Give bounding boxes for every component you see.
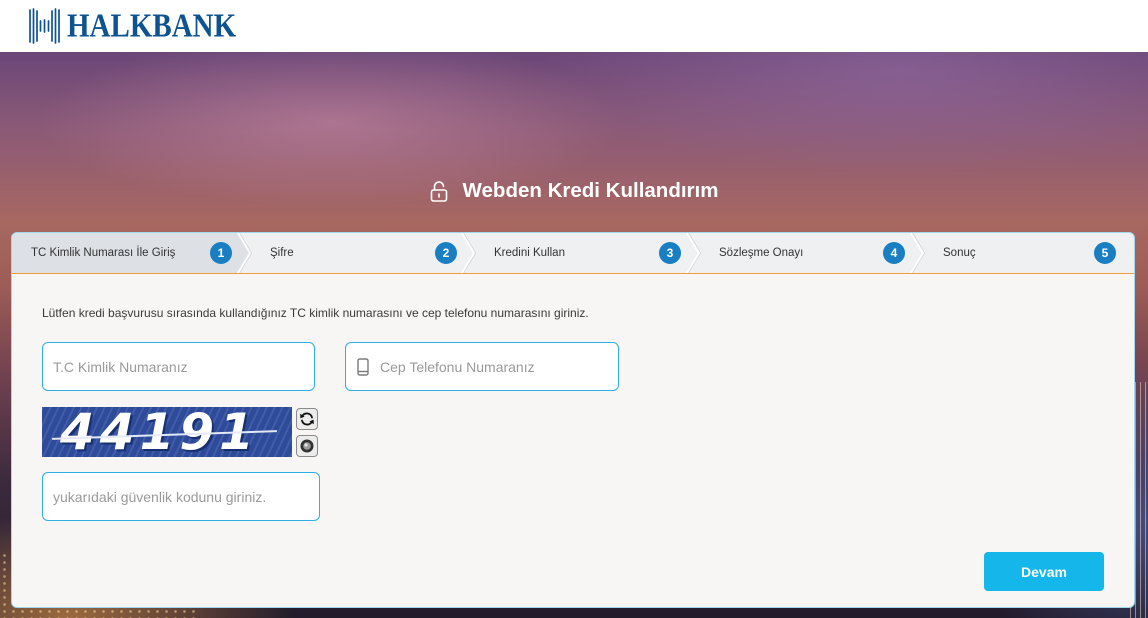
unlock-icon bbox=[430, 181, 447, 202]
halkbank-logo-icon bbox=[29, 8, 60, 44]
audio-icon bbox=[300, 439, 314, 453]
step-separator-chevron bbox=[910, 233, 925, 273]
logo-text: HALKBANK bbox=[67, 7, 237, 45]
devam-button[interactable]: Devam bbox=[984, 552, 1104, 591]
tc-kimlik-input[interactable] bbox=[43, 343, 314, 390]
captcha-input[interactable] bbox=[43, 473, 319, 520]
page-title-text: Webden Kredi Kullandırım bbox=[462, 179, 719, 202]
credit-form-card: TC Kimlik Numarası İle Giriş 1 Şifre 2 K… bbox=[11, 232, 1135, 608]
step-separator-chevron bbox=[686, 233, 701, 273]
captcha-refresh-button[interactable] bbox=[296, 408, 318, 430]
site-header: HALKBANK bbox=[0, 0, 1148, 52]
step-separator-chevron bbox=[237, 233, 252, 273]
progress-steps: TC Kimlik Numarası İle Giriş 1 Şifre 2 K… bbox=[12, 233, 1134, 273]
captcha-image: 44191 bbox=[42, 407, 292, 457]
phone-input[interactable] bbox=[346, 343, 618, 390]
page-title: Webden Kredi Kullandırım bbox=[0, 176, 1148, 206]
captcha-audio-button[interactable] bbox=[296, 435, 318, 457]
form-instruction: Lütfen kredi başvurusu sırasında kulland… bbox=[42, 306, 589, 320]
step-separator-chevron bbox=[461, 233, 476, 273]
captcha-field bbox=[42, 472, 320, 521]
mobile-phone-icon bbox=[357, 358, 369, 376]
step-separators bbox=[237, 233, 926, 273]
steps-divider bbox=[12, 273, 1134, 274]
halkbank-logo[interactable]: HALKBANK bbox=[28, 6, 236, 46]
refresh-icon bbox=[300, 412, 314, 426]
tc-kimlik-field bbox=[42, 342, 315, 391]
phone-field bbox=[345, 342, 619, 391]
